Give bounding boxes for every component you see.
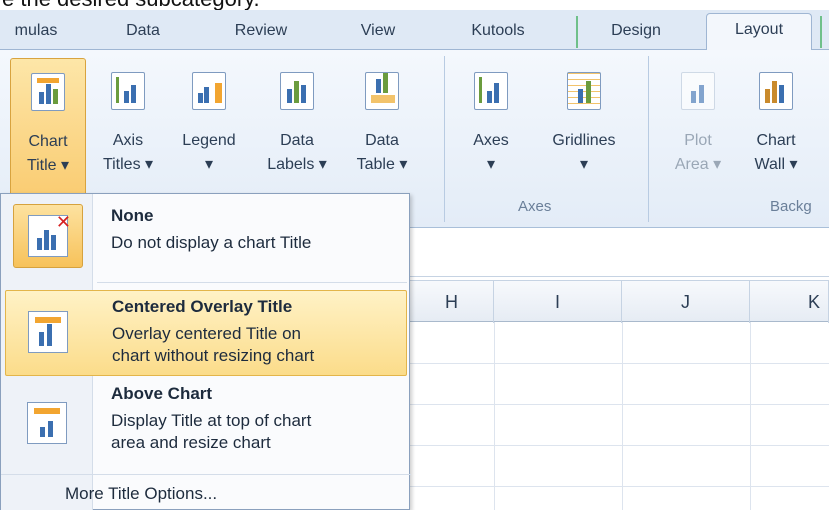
ribbon-tab-bar: mulas Data Review View Kutools Design La… bbox=[0, 10, 829, 51]
menu-item-centered-overlay-title[interactable]: Centered Overlay Title Overlay centered … bbox=[5, 290, 407, 376]
group-label-axes: Axes bbox=[518, 198, 552, 215]
chart-title-menu: ✕ None Do not display a chart Title Cent… bbox=[0, 193, 411, 510]
menu-item-above-chart[interactable]: Above Chart Display Title at top of char… bbox=[5, 380, 407, 470]
chart-title-label: Chart bbox=[28, 133, 68, 150]
menu-item-above-chart-title: Above Chart bbox=[111, 384, 213, 403]
data-table-dropdown: Table ▾ bbox=[356, 156, 408, 173]
menu-separator bbox=[97, 282, 407, 283]
chart-wall-button[interactable]: Chart Wall ▾ bbox=[740, 58, 812, 218]
menu-item-centered-overlay-desc2: chart without resizing chart bbox=[112, 346, 315, 365]
plot-area-button[interactable]: Plot Area ▾ bbox=[660, 58, 736, 218]
chart-wall-label: Chart bbox=[756, 132, 796, 149]
chart-title-dropdown: Title ▾ bbox=[26, 157, 70, 174]
menu-item-centered-overlay-title-title: Centered Overlay Title bbox=[112, 297, 293, 316]
above-chart-title-icon bbox=[27, 402, 67, 444]
data-table-label: Data bbox=[365, 132, 399, 149]
menu-item-above-chart-desc2: area and resize chart bbox=[111, 433, 271, 452]
group-label-background: Backg bbox=[770, 198, 812, 215]
axis-titles-dropdown: Titles ▾ bbox=[102, 156, 154, 173]
tab-kutools[interactable]: Kutools bbox=[452, 18, 544, 44]
axes-dropdown: ▾ bbox=[486, 156, 496, 173]
tab-review[interactable]: Review bbox=[216, 18, 306, 44]
axis-titles-label: Axis bbox=[112, 132, 144, 149]
page-caption: e the desired subcategory. bbox=[0, 0, 829, 10]
tab-view[interactable]: View bbox=[346, 18, 410, 44]
data-labels-icon bbox=[280, 72, 314, 110]
gridlines-icon bbox=[567, 72, 601, 110]
chart-wall-icon bbox=[759, 72, 793, 110]
data-table-icon bbox=[365, 72, 399, 110]
column-header-i[interactable]: I bbox=[494, 281, 622, 323]
tab-formulas[interactable]: mulas bbox=[0, 18, 72, 44]
tab-design[interactable]: Design bbox=[584, 18, 688, 44]
plot-area-dropdown: Area ▾ bbox=[674, 156, 722, 173]
menu-item-none-title: None bbox=[111, 206, 154, 225]
menu-separator bbox=[1, 474, 411, 475]
group-separator bbox=[444, 56, 445, 222]
menu-item-none[interactable]: ✕ None Do not display a chart Title bbox=[5, 198, 407, 278]
column-header-k[interactable]: K bbox=[750, 281, 829, 323]
plot-area-icon bbox=[681, 72, 715, 110]
legend-label: Legend bbox=[182, 132, 236, 149]
menu-item-centered-overlay-desc1: Overlay centered Title on bbox=[112, 324, 301, 343]
centered-overlay-title-icon bbox=[28, 311, 68, 353]
plot-area-label: Plot bbox=[684, 132, 712, 149]
data-labels-label: Data bbox=[280, 132, 314, 149]
menu-item-none-desc: Do not display a chart Title bbox=[111, 233, 312, 252]
axes-label: Axes bbox=[473, 132, 509, 149]
axes-icon bbox=[474, 72, 508, 110]
centered-overlay-icon-box bbox=[14, 301, 84, 365]
no-title-icon: ✕ bbox=[28, 212, 71, 257]
axes-button[interactable]: Axes ▾ bbox=[456, 58, 526, 218]
more-title-options-item[interactable]: More Title Options... bbox=[65, 484, 217, 504]
none-icon-box: ✕ bbox=[13, 204, 83, 268]
chart-title-icon bbox=[31, 73, 65, 111]
legend-dropdown: ▾ bbox=[204, 156, 214, 173]
contextual-tab-divider-right bbox=[820, 16, 822, 48]
menu-item-above-chart-desc1: Display Title at top of chart bbox=[111, 411, 312, 430]
chart-wall-dropdown: Wall ▾ bbox=[754, 156, 798, 173]
contextual-tab-divider bbox=[576, 16, 578, 48]
tab-data[interactable]: Data bbox=[108, 18, 178, 44]
gridlines-label: Gridlines bbox=[552, 132, 616, 149]
axis-titles-icon bbox=[111, 72, 145, 110]
column-header-j[interactable]: J bbox=[622, 281, 750, 323]
caption-text: e the desired subcategory. bbox=[2, 0, 260, 10]
group-separator bbox=[648, 56, 649, 222]
column-header-h[interactable]: H bbox=[410, 281, 494, 323]
data-labels-dropdown: Labels ▾ bbox=[267, 156, 327, 173]
gridlines-button[interactable]: Gridlines ▾ bbox=[532, 58, 636, 218]
gridlines-dropdown: ▾ bbox=[579, 156, 589, 173]
legend-icon bbox=[192, 72, 226, 110]
above-chart-icon-box bbox=[13, 392, 83, 456]
tab-layout[interactable]: Layout bbox=[706, 13, 812, 51]
